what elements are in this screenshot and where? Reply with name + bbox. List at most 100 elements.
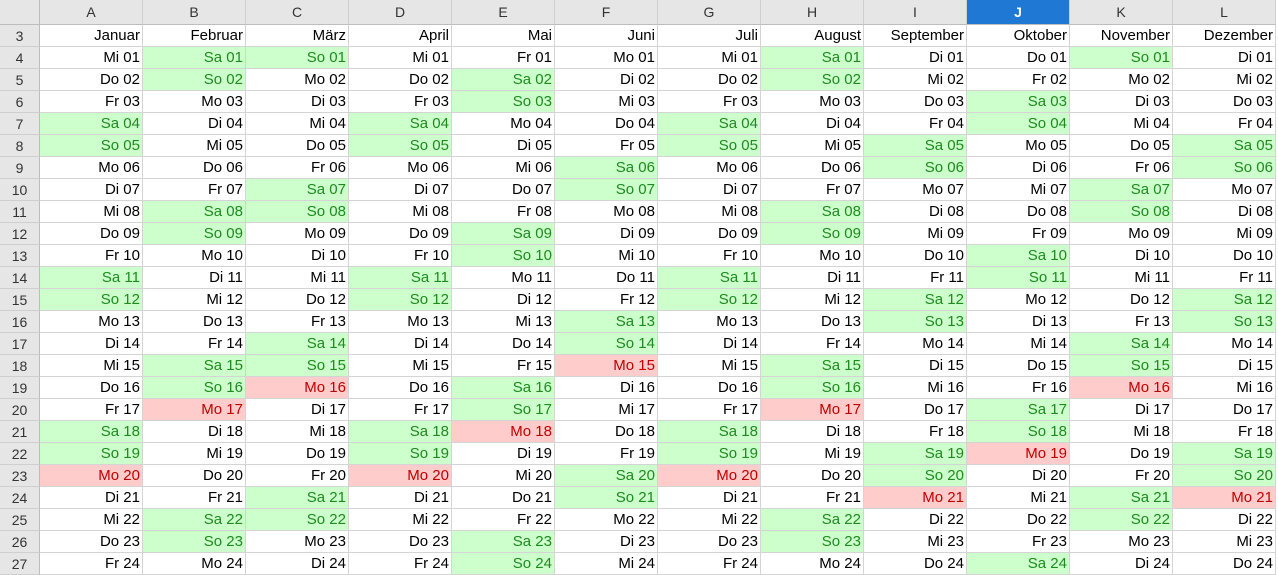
day-cell[interactable]: Sa 12: [864, 289, 967, 311]
day-cell[interactable]: Di 08: [864, 201, 967, 223]
day-cell[interactable]: Di 08: [1173, 201, 1276, 223]
day-cell[interactable]: Di 22: [864, 509, 967, 531]
day-cell[interactable]: Sa 22: [143, 509, 246, 531]
day-cell[interactable]: Fr 18: [864, 421, 967, 443]
day-cell[interactable]: Do 13: [761, 311, 864, 333]
day-cell[interactable]: Mi 17: [555, 399, 658, 421]
day-cell[interactable]: Sa 04: [658, 113, 761, 135]
day-cell[interactable]: Mo 07: [1173, 179, 1276, 201]
day-cell[interactable]: Do 20: [143, 465, 246, 487]
column-header-H[interactable]: H: [761, 0, 864, 25]
day-cell[interactable]: Sa 11: [40, 267, 143, 289]
day-cell[interactable]: Do 24: [864, 553, 967, 575]
day-cell[interactable]: Di 12: [452, 289, 555, 311]
day-cell[interactable]: Di 15: [1173, 355, 1276, 377]
day-cell[interactable]: Mi 06: [452, 157, 555, 179]
day-cell[interactable]: So 05: [349, 135, 452, 157]
day-cell[interactable]: Sa 24: [967, 553, 1070, 575]
day-cell[interactable]: Mo 20: [658, 465, 761, 487]
day-cell[interactable]: Sa 19: [1173, 443, 1276, 465]
day-cell[interactable]: Di 01: [864, 47, 967, 69]
day-cell[interactable]: Do 12: [1070, 289, 1173, 311]
day-cell[interactable]: Do 16: [40, 377, 143, 399]
day-cell[interactable]: Mi 20: [452, 465, 555, 487]
day-cell[interactable]: Di 16: [555, 377, 658, 399]
day-cell[interactable]: Mi 10: [555, 245, 658, 267]
day-cell[interactable]: Mo 01: [555, 47, 658, 69]
day-cell[interactable]: Mi 22: [349, 509, 452, 531]
day-cell[interactable]: Mo 13: [349, 311, 452, 333]
day-cell[interactable]: Fr 11: [1173, 267, 1276, 289]
day-cell[interactable]: Sa 21: [246, 487, 349, 509]
day-cell[interactable]: Mi 02: [1173, 69, 1276, 91]
day-cell[interactable]: Fr 13: [1070, 311, 1173, 333]
day-cell[interactable]: Fr 24: [658, 553, 761, 575]
month-cell[interactable]: August: [761, 25, 864, 47]
day-cell[interactable]: So 19: [349, 443, 452, 465]
day-cell[interactable]: Do 04: [555, 113, 658, 135]
day-cell[interactable]: Sa 16: [452, 377, 555, 399]
day-cell[interactable]: Mi 23: [1173, 531, 1276, 553]
day-cell[interactable]: Do 16: [658, 377, 761, 399]
row-header[interactable]: 19: [0, 377, 40, 399]
day-cell[interactable]: Mi 02: [864, 69, 967, 91]
day-cell[interactable]: Mi 18: [246, 421, 349, 443]
day-cell[interactable]: Di 18: [143, 421, 246, 443]
day-cell[interactable]: Di 11: [143, 267, 246, 289]
day-cell[interactable]: So 14: [555, 333, 658, 355]
month-cell[interactable]: Dezember: [1173, 25, 1276, 47]
day-cell[interactable]: Di 03: [1070, 91, 1173, 113]
day-cell[interactable]: Sa 01: [143, 47, 246, 69]
day-cell[interactable]: Mo 23: [1070, 531, 1173, 553]
row-header[interactable]: 8: [0, 135, 40, 157]
day-cell[interactable]: Mo 13: [658, 311, 761, 333]
day-cell[interactable]: Di 06: [967, 157, 1070, 179]
day-cell[interactable]: So 02: [143, 69, 246, 91]
day-cell[interactable]: Di 05: [452, 135, 555, 157]
day-cell[interactable]: Do 13: [143, 311, 246, 333]
day-cell[interactable]: So 04: [967, 113, 1070, 135]
day-cell[interactable]: Mi 19: [143, 443, 246, 465]
day-cell[interactable]: Do 21: [452, 487, 555, 509]
day-cell[interactable]: Mi 04: [1070, 113, 1173, 135]
day-cell[interactable]: Mo 04: [452, 113, 555, 135]
day-cell[interactable]: Mi 13: [452, 311, 555, 333]
day-cell[interactable]: Fr 23: [967, 531, 1070, 553]
month-cell[interactable]: November: [1070, 25, 1173, 47]
row-header[interactable]: 13: [0, 245, 40, 267]
row-header[interactable]: 21: [0, 421, 40, 443]
day-cell[interactable]: Mi 21: [967, 487, 1070, 509]
day-cell[interactable]: So 12: [658, 289, 761, 311]
column-header-C[interactable]: C: [246, 0, 349, 25]
day-cell[interactable]: Mo 02: [1070, 69, 1173, 91]
day-cell[interactable]: Mo 20: [349, 465, 452, 487]
day-cell[interactable]: Mi 04: [246, 113, 349, 135]
day-cell[interactable]: Mo 11: [452, 267, 555, 289]
day-cell[interactable]: Sa 13: [555, 311, 658, 333]
day-cell[interactable]: Mo 10: [143, 245, 246, 267]
day-cell[interactable]: So 24: [452, 553, 555, 575]
day-cell[interactable]: So 05: [40, 135, 143, 157]
day-cell[interactable]: Sa 10: [967, 245, 1070, 267]
day-cell[interactable]: Mo 21: [1173, 487, 1276, 509]
day-cell[interactable]: Di 22: [1173, 509, 1276, 531]
day-cell[interactable]: Mi 16: [864, 377, 967, 399]
day-cell[interactable]: Do 03: [1173, 91, 1276, 113]
day-cell[interactable]: So 22: [246, 509, 349, 531]
day-cell[interactable]: Sa 04: [349, 113, 452, 135]
day-cell[interactable]: So 15: [246, 355, 349, 377]
day-cell[interactable]: Do 15: [967, 355, 1070, 377]
day-cell[interactable]: So 19: [658, 443, 761, 465]
day-cell[interactable]: So 19: [40, 443, 143, 465]
day-cell[interactable]: Do 07: [452, 179, 555, 201]
day-cell[interactable]: Mi 23: [864, 531, 967, 553]
day-cell[interactable]: Mi 08: [40, 201, 143, 223]
day-cell[interactable]: Fr 06: [1070, 157, 1173, 179]
day-cell[interactable]: Mo 19: [967, 443, 1070, 465]
day-cell[interactable]: So 08: [246, 201, 349, 223]
day-cell[interactable]: Fr 07: [143, 179, 246, 201]
day-cell[interactable]: So 21: [555, 487, 658, 509]
row-header[interactable]: 14: [0, 267, 40, 289]
day-cell[interactable]: So 07: [555, 179, 658, 201]
day-cell[interactable]: Mi 08: [349, 201, 452, 223]
